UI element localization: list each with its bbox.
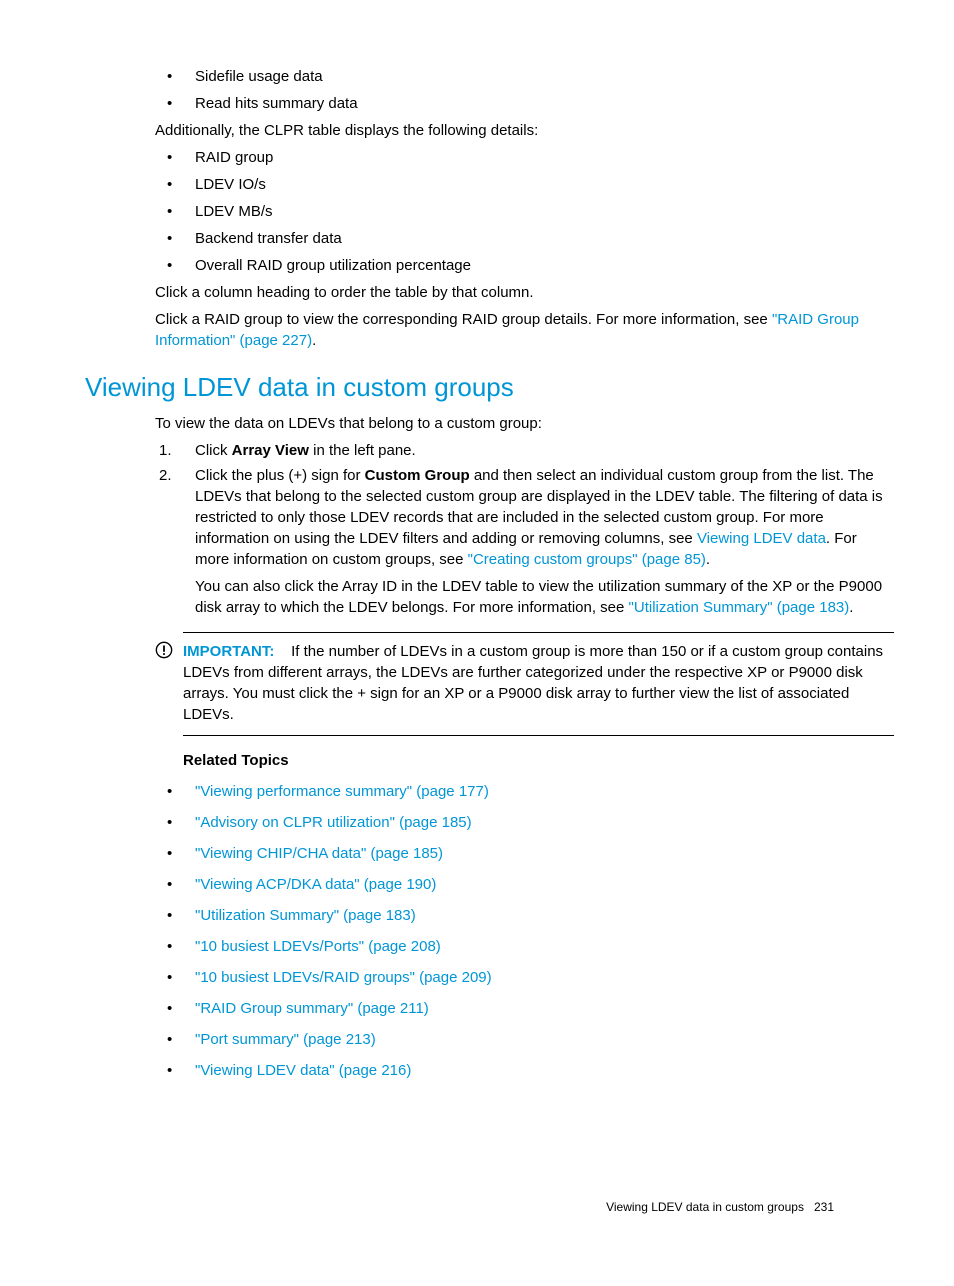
related-link[interactable]: "RAID Group summary" (page 211) [195, 1000, 429, 1017]
step-sub-paragraph: You can also click the Array ID in the L… [195, 576, 894, 618]
step-number: 1. [159, 440, 172, 461]
related-link[interactable]: "Viewing performance summary" (page 177) [195, 783, 489, 800]
list-item: "10 busiest LDEVs/Ports" (page 208) [155, 936, 894, 957]
list-item: Read hits summary data [155, 93, 894, 114]
section-heading: Viewing LDEV data in custom groups [85, 369, 894, 405]
related-link[interactable]: "10 busiest LDEVs/Ports" (page 208) [195, 938, 441, 955]
list-item: "Advisory on CLPR utilization" (page 185… [155, 812, 894, 833]
related-link[interactable]: "Viewing LDEV data" (page 216) [195, 1062, 411, 1079]
text-fragment: in the left pane. [309, 442, 416, 459]
list-item: LDEV MB/s [155, 201, 894, 222]
click-raid-paragraph: Click a RAID group to view the correspon… [155, 309, 894, 351]
list-item: "Viewing LDEV data" (page 216) [155, 1060, 894, 1081]
important-note: IMPORTANT: If the number of LDEVs in a c… [183, 632, 894, 736]
related-link[interactable]: "Advisory on CLPR utilization" (page 185… [195, 814, 472, 831]
section-body: To view the data on LDEVs that belong to… [155, 413, 894, 1081]
top-bullet-list: Sidefile usage data Read hits summary da… [155, 66, 894, 114]
array-view-label: Array View [232, 442, 309, 459]
additional-intro-text: Additionally, the CLPR table displays th… [155, 120, 894, 141]
page-footer: Viewing LDEV data in custom groups 231 [606, 1199, 834, 1216]
list-item: "Utilization Summary" (page 183) [155, 905, 894, 926]
list-item: RAID group [155, 147, 894, 168]
list-item: "10 busiest LDEVs/RAID groups" (page 209… [155, 967, 894, 988]
related-link[interactable]: "Port summary" (page 213) [195, 1031, 376, 1048]
text-fragment: . [849, 599, 853, 616]
utilization-summary-link[interactable]: "Utilization Summary" (page 183) [629, 599, 850, 616]
related-topics-heading: Related Topics [183, 750, 894, 771]
related-topics-list: "Viewing performance summary" (page 177)… [155, 781, 894, 1081]
text-fragment: Click the plus (+) sign for [195, 467, 365, 484]
click-column-text: Click a column heading to order the tabl… [155, 282, 894, 303]
intro-line: To view the data on LDEVs that belong to… [155, 413, 894, 434]
text-fragment: Click a RAID group to view the correspon… [155, 311, 772, 328]
related-link[interactable]: "Viewing CHIP/CHA data" (page 185) [195, 845, 443, 862]
list-item: "RAID Group summary" (page 211) [155, 998, 894, 1019]
viewing-ldev-data-link[interactable]: Viewing LDEV data [697, 530, 826, 547]
list-item: Backend transfer data [155, 228, 894, 249]
list-item: "Viewing performance summary" (page 177) [155, 781, 894, 802]
text-fragment: Click [195, 442, 232, 459]
related-link[interactable]: "Utilization Summary" (page 183) [195, 907, 416, 924]
list-item: Overall RAID group utilization percentag… [155, 255, 894, 276]
text-fragment: . [312, 332, 316, 349]
step-item: 1. Click Array View in the left pane. [155, 440, 894, 461]
steps-list: 1. Click Array View in the left pane. 2.… [155, 440, 894, 570]
footer-page-number: 231 [814, 1200, 834, 1214]
creating-custom-groups-link[interactable]: "Creating custom groups" (page 85) [468, 551, 706, 568]
list-item: LDEV IO/s [155, 174, 894, 195]
footer-title: Viewing LDEV data in custom groups [606, 1200, 804, 1214]
details-bullet-list: RAID group LDEV IO/s LDEV MB/s Backend t… [155, 147, 894, 276]
list-item: Sidefile usage data [155, 66, 894, 87]
important-icon [155, 641, 173, 659]
important-label: IMPORTANT: [183, 643, 274, 660]
list-item: "Viewing CHIP/CHA data" (page 185) [155, 843, 894, 864]
list-item: "Port summary" (page 213) [155, 1029, 894, 1050]
related-link[interactable]: "10 busiest LDEVs/RAID groups" (page 209… [195, 969, 492, 986]
related-link[interactable]: "Viewing ACP/DKA data" (page 190) [195, 876, 436, 893]
step-number: 2. [159, 465, 172, 486]
content-area: Sidefile usage data Read hits summary da… [155, 66, 894, 351]
custom-group-label: Custom Group [365, 467, 470, 484]
list-item: "Viewing ACP/DKA data" (page 190) [155, 874, 894, 895]
step-item: 2. Click the plus (+) sign for Custom Gr… [155, 465, 894, 570]
important-text: IMPORTANT: If the number of LDEVs in a c… [183, 641, 894, 725]
text-fragment: . [706, 551, 710, 568]
important-body: If the number of LDEVs in a custom group… [183, 643, 883, 723]
